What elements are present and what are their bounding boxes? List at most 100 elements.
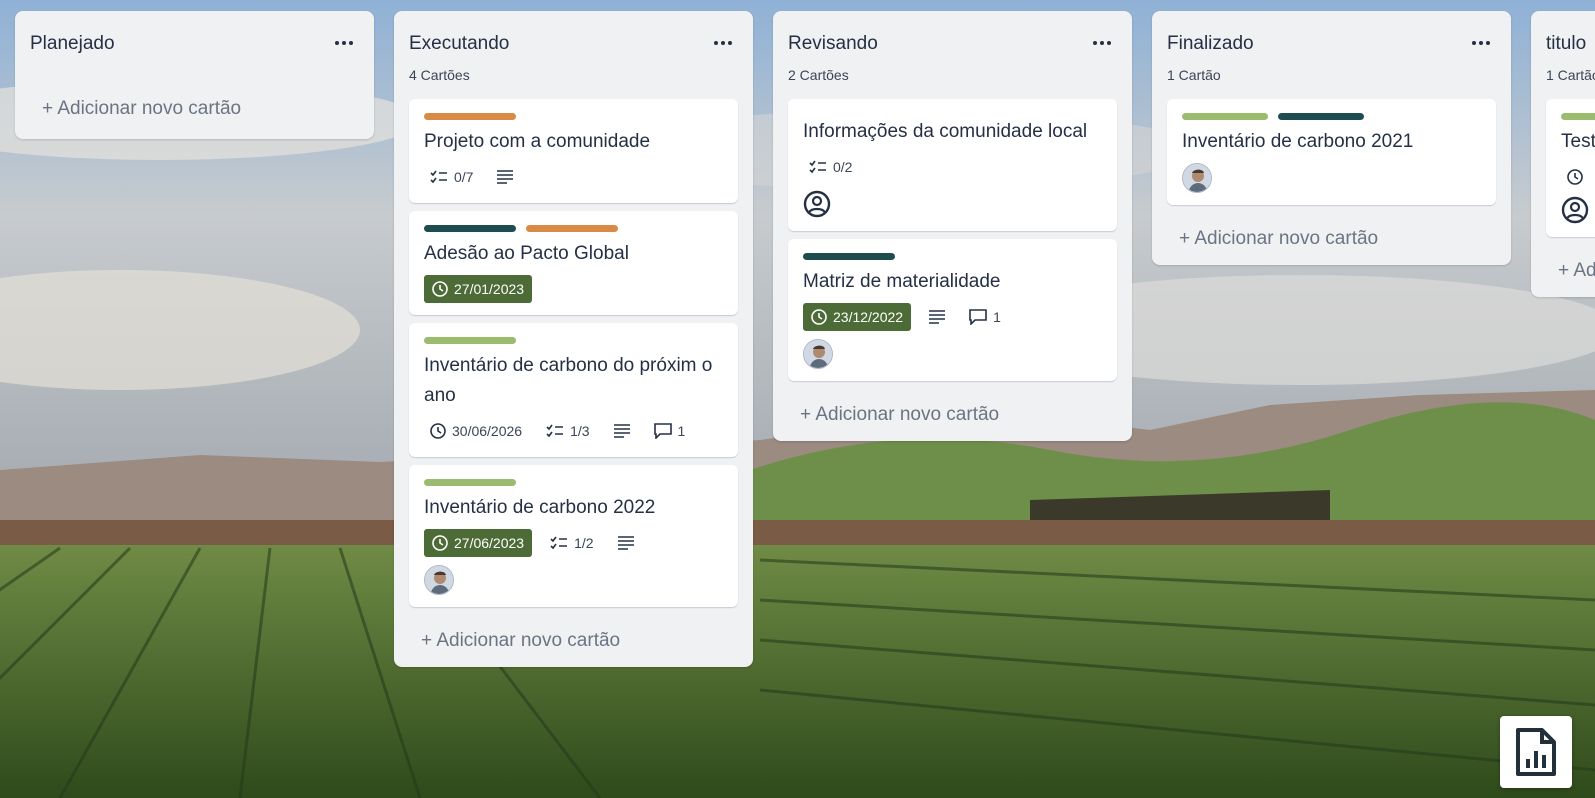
description-badge (608, 417, 636, 445)
list-header: Planejado (15, 11, 374, 87)
user-circle-icon[interactable] (803, 190, 831, 218)
card-inventario-2022[interactable]: Inventário de carbono 2022 27/06/2023 1/… (409, 465, 738, 607)
comment-icon (969, 309, 987, 325)
user-circle-icon[interactable] (1561, 196, 1589, 224)
card-title: Matriz de materialidade (803, 271, 1001, 292)
list-title: Planejado (30, 33, 115, 54)
due-date: 27/01/2023 (454, 281, 525, 297)
list-card-count: 1 Cartão (1167, 67, 1221, 83)
list-titulo: titulo 1 Cartão Teste + Adicionar novo c… (1531, 11, 1595, 297)
list-header: Executando 4 Cartões (394, 11, 753, 99)
label-green (424, 337, 516, 344)
report-button[interactable] (1500, 716, 1572, 788)
add-card-button[interactable]: + Adicionar novo cartão (773, 389, 1132, 441)
comments-count: 1 (677, 423, 686, 439)
card-title: Adesão ao Pacto Global (424, 243, 629, 264)
report-document-icon (1516, 728, 1556, 776)
person-photo-icon (1183, 164, 1211, 192)
list-header: titulo 1 Cartão (1531, 11, 1595, 99)
clock-icon (1567, 169, 1583, 185)
card-members (424, 565, 723, 595)
list-title: Finalizado (1167, 33, 1254, 54)
list-menu-button[interactable] (332, 33, 356, 53)
card-title: Projeto com a comunidade (424, 131, 651, 152)
clock-icon (811, 309, 827, 325)
card-badges: 0/2 (803, 153, 1102, 181)
card-inventario-2021[interactable]: Inventário de carbono 2021 (1167, 99, 1496, 205)
card-adesao-ao-pacto-global[interactable]: Adesão ao Pacto Global 27/01/2023 (409, 211, 738, 315)
description-icon (613, 424, 630, 438)
due-date: 30/06/2026 (452, 423, 523, 439)
card-labels (424, 113, 723, 121)
list-revisando: Revisando 2 Cartões Informações da comun… (773, 11, 1132, 441)
add-card-button[interactable]: + Adicionar novo cartão (1531, 245, 1595, 297)
add-card-button[interactable]: + Adicionar novo cartão (1152, 213, 1511, 265)
card-badges: 27/06/2023 1/2 (424, 529, 723, 557)
member-avatar[interactable] (803, 339, 833, 369)
list-card-count: 1 Cartão (1546, 67, 1595, 83)
checklist-badge: 1/2 (544, 529, 599, 557)
card-badges: 27/01/2023 (424, 275, 723, 303)
clock-icon (432, 535, 448, 551)
description-icon (497, 170, 514, 184)
due-date-badge: 27/01/2023 (424, 275, 533, 303)
card-title: Inventário de carbono 2021 (1182, 131, 1414, 152)
list-menu-button[interactable] (1469, 33, 1493, 53)
due-date: 23/12/2022 (833, 309, 904, 325)
add-card-button[interactable]: + Adicionar novo cartão (15, 83, 374, 139)
card-members (803, 189, 1102, 219)
list-card-count: 2 Cartões (788, 67, 849, 83)
comment-icon (653, 423, 672, 439)
list-header: Revisando 2 Cartões (773, 11, 1132, 99)
card-projeto-com-a-comunidade[interactable]: Projeto com a comunidade 0/7 (409, 99, 738, 203)
comments-badge: 1 (963, 303, 1007, 331)
card-badges: 23/12/2022 1 (803, 303, 1102, 331)
checklist-count: 0/7 (454, 169, 474, 185)
description-icon (929, 310, 946, 324)
board: Planejado + Adicionar novo cartão Execut… (0, 0, 1595, 798)
member-avatar[interactable] (424, 565, 454, 595)
list-title: titulo (1546, 33, 1587, 54)
label-teal (803, 253, 895, 260)
due-date-badge: 27/06/2023 (424, 529, 533, 557)
card-title: Inventário de carbono 2022 (424, 497, 656, 518)
card-labels (424, 479, 723, 487)
member-avatar[interactable] (1182, 163, 1212, 193)
list-title: Revisando (788, 33, 878, 54)
list-title: Executando (409, 33, 510, 54)
description-icon (617, 536, 634, 550)
due-date: 27/06/2023 (454, 535, 525, 551)
list-planejado: Planejado + Adicionar novo cartão (15, 11, 374, 139)
comments-count: 1 (993, 309, 1001, 325)
list-executando: Executando 4 Cartões Projeto com a comun… (394, 11, 753, 667)
comments-badge: 1 (648, 417, 692, 445)
due-date-badge (1561, 163, 1589, 191)
list-header: Finalizado 1 Cartão (1152, 11, 1511, 99)
card-members (1182, 163, 1481, 193)
description-badge (923, 303, 951, 331)
person-photo-icon (804, 340, 832, 368)
card-members (1561, 195, 1595, 225)
checklist-badge: 0/7 (424, 163, 479, 191)
clock-icon (430, 423, 446, 439)
card-title: Inventário de carbono do próxim o ano (424, 355, 713, 406)
label-orange (526, 225, 618, 232)
card-matriz-de-materialidade[interactable]: Matriz de materialidade 23/12/2022 1 (788, 239, 1117, 381)
add-card-button[interactable]: + Adicionar novo cartão (394, 615, 753, 667)
card-informacoes-comunidade[interactable]: Informações da comunidade local 0/2 (788, 99, 1117, 231)
due-date-badge: 23/12/2022 (803, 303, 912, 331)
checklist-count: 1/3 (570, 423, 590, 439)
card-inventario-proximo-ano[interactable]: Inventário de carbono do próxim o ano 30… (409, 323, 738, 457)
list-menu-button[interactable] (711, 33, 735, 53)
card-teste[interactable]: Teste (1546, 99, 1595, 237)
card-labels (424, 337, 723, 345)
list-finalizado: Finalizado 1 Cartão Inventário de carbon… (1152, 11, 1511, 265)
card-badges: 0/7 (424, 163, 723, 191)
label-green (424, 479, 516, 486)
due-date-badge: 30/06/2026 (424, 417, 528, 445)
card-badges: 30/06/2026 1/3 1 (424, 417, 723, 445)
checklist-icon (809, 160, 826, 174)
clock-icon (432, 281, 448, 297)
checklist-icon (430, 170, 447, 184)
list-menu-button[interactable] (1090, 33, 1114, 53)
